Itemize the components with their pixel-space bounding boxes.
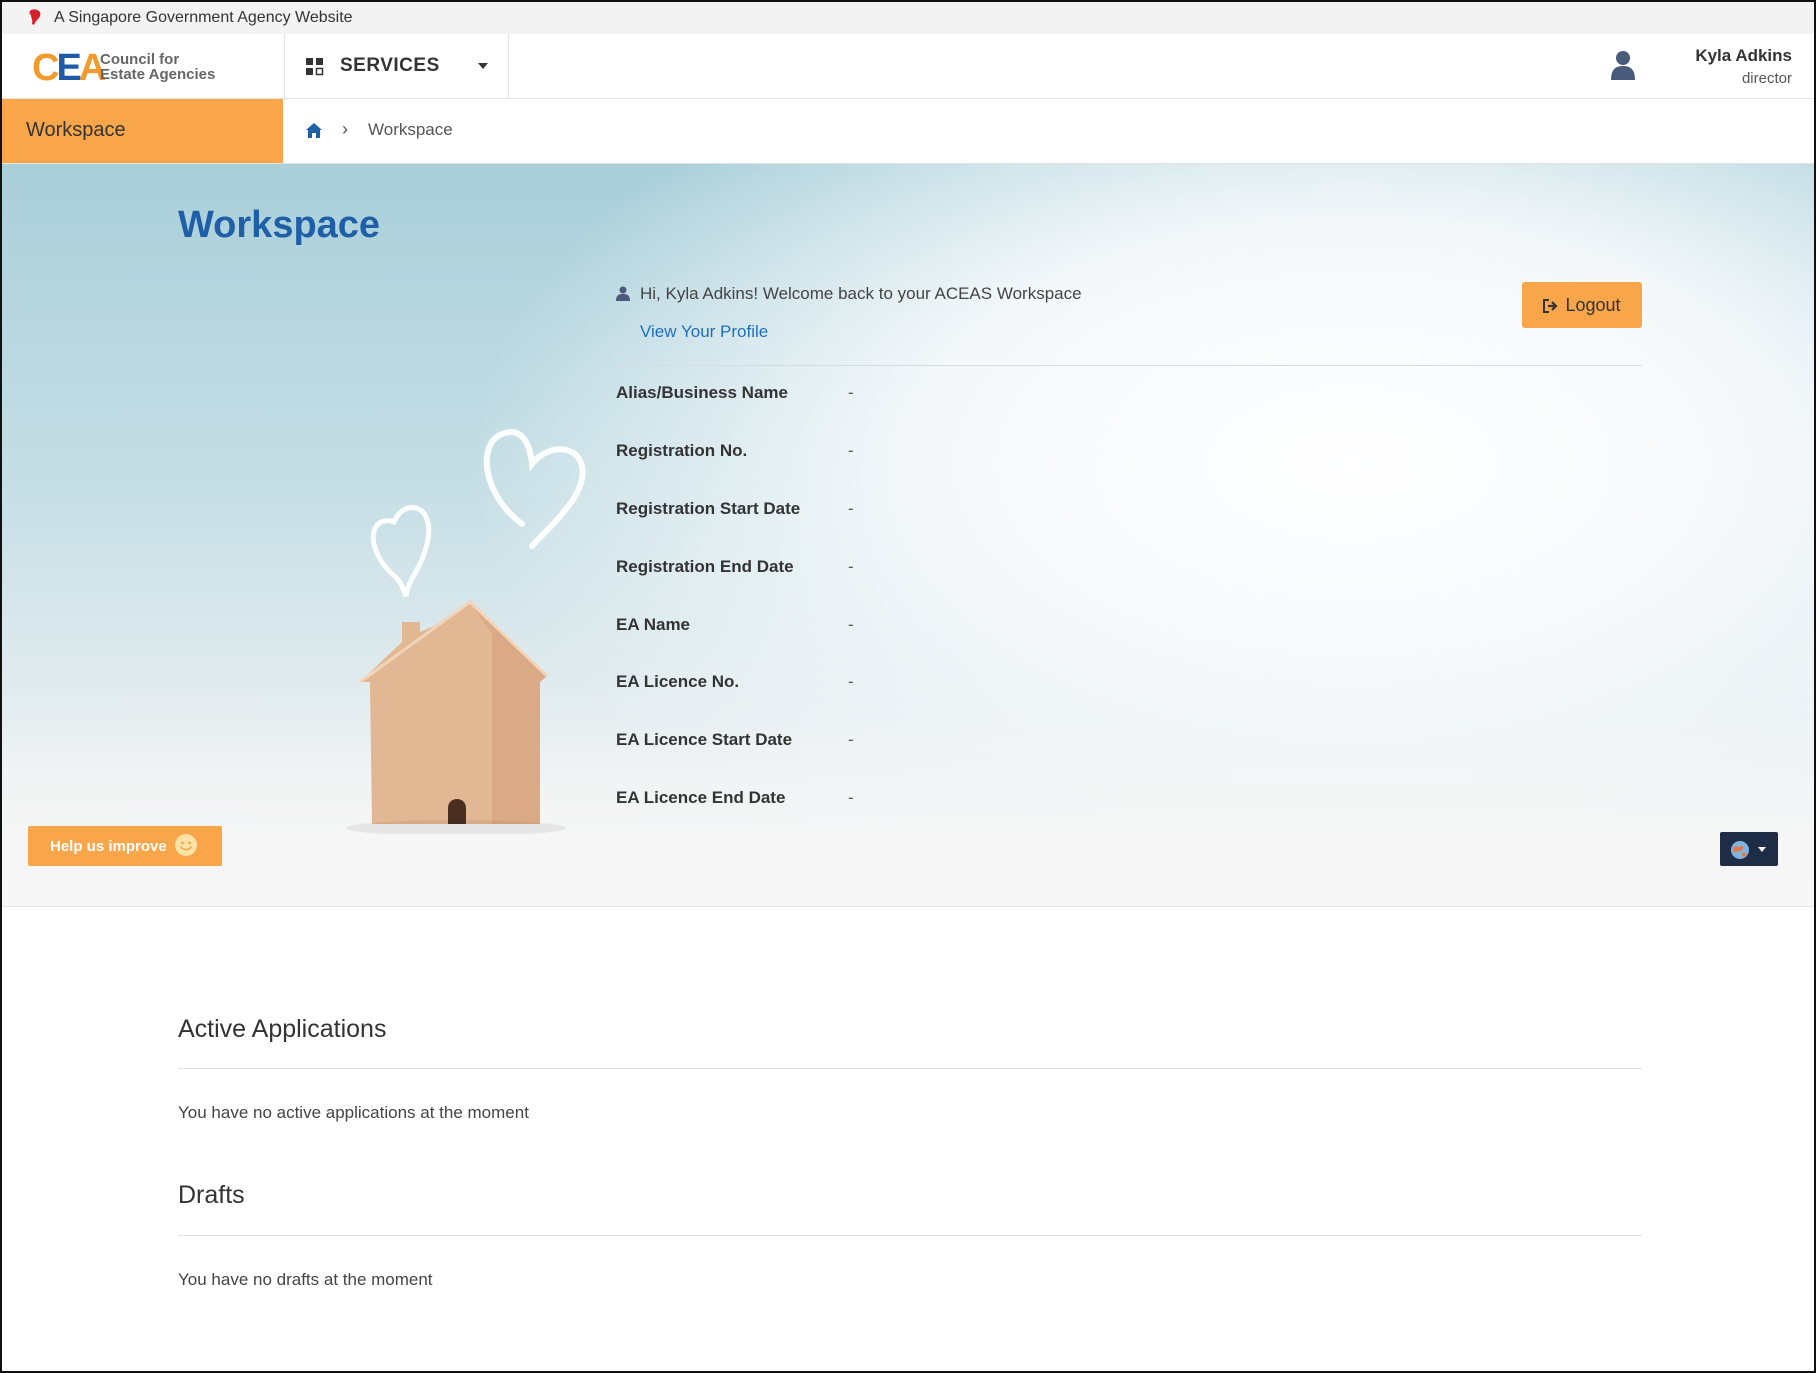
detail-label: EA Licence Start Date [616, 730, 793, 749]
detail-label: EA Licence No. [616, 672, 740, 691]
breadcrumb-current: Workspace [368, 120, 453, 139]
hero-bottom-border [2, 906, 1814, 907]
drafts-title: Drafts [178, 1181, 245, 1209]
detail-value: - [848, 730, 854, 749]
section-divider [178, 1235, 1642, 1236]
detail-label: Registration Start Date [616, 499, 801, 518]
detail-value: - [848, 383, 854, 402]
section-divider [178, 1068, 1642, 1069]
globe-icon [1731, 841, 1749, 859]
active-applications-title: Active Applications [178, 1015, 387, 1043]
tab-workspace[interactable]: Workspace [2, 99, 283, 163]
detail-value: - [848, 788, 854, 807]
header-divider [508, 34, 509, 98]
detail-label: Alias/Business Name [616, 383, 788, 402]
language-selector[interactable] [1720, 832, 1778, 866]
gov-masthead: A Singapore Government Agency Website [2, 2, 1814, 34]
user-icon [616, 286, 630, 301]
drafts-empty: You have no drafts at the moment [178, 1270, 433, 1289]
logout-label: Logout [1565, 294, 1621, 315]
cea-logo-name: Council for Estate Agencies [100, 51, 216, 83]
detail-value: - [848, 441, 854, 460]
top-header: CEA Council for Estate Agencies SERVICES… [2, 34, 1814, 99]
active-applications-empty: You have no active applications at the m… [178, 1103, 529, 1122]
help-us-improve-button[interactable]: Help us improve [28, 826, 222, 866]
user-icon[interactable] [1610, 49, 1636, 81]
detail-label: EA Licence End Date [616, 788, 786, 807]
lion-head-icon [29, 9, 41, 25]
grid-icon [306, 58, 324, 76]
detail-value: - [848, 615, 854, 634]
page-title: Workspace [178, 204, 381, 246]
detail-label: Registration End Date [616, 557, 794, 576]
smile-icon [175, 834, 197, 856]
user-account[interactable]: Kyla Adkins director [1695, 46, 1792, 87]
detail-label: EA Name [616, 615, 691, 634]
chevron-down-icon [478, 63, 488, 69]
services-label: SERVICES [340, 55, 440, 76]
detail-value: - [848, 557, 854, 576]
header-divider [284, 34, 285, 98]
workspace-hero: Workspace Hi, Kyla Adkins! Welcome back … [2, 164, 1814, 906]
detail-label: Registration No. [616, 441, 748, 460]
tab-workspace-label: Workspace [26, 119, 126, 141]
hero-floor [2, 724, 1814, 906]
logout-icon [1543, 298, 1559, 313]
masthead-text: A Singapore Government Agency Website [54, 9, 353, 26]
sub-navigation: Workspace › Workspace [2, 99, 1814, 164]
user-name: Kyla Adkins [1695, 46, 1792, 65]
help-label: Help us improve [50, 838, 167, 855]
house-with-hearts-illustration [346, 429, 586, 834]
home-icon[interactable] [306, 123, 322, 138]
chevron-down-icon [1758, 847, 1766, 852]
view-profile-link[interactable]: View Your Profile [640, 322, 768, 342]
welcome-message: Hi, Kyla Adkins! Welcome back to your AC… [640, 284, 1082, 303]
app-frame: A Singapore Government Agency Website CE… [0, 0, 1816, 1373]
cea-logo-mark: CEA [32, 47, 106, 89]
detail-value: - [848, 499, 854, 518]
logout-button[interactable]: Logout [1522, 282, 1642, 328]
services-menu[interactable]: SERVICES [286, 34, 508, 98]
profile-divider [616, 365, 1642, 366]
user-role: director [1741, 70, 1792, 87]
detail-value: - [848, 672, 854, 691]
breadcrumb-separator: › [342, 119, 348, 139]
cea-logo[interactable]: CEA Council for Estate Agencies [32, 46, 262, 90]
